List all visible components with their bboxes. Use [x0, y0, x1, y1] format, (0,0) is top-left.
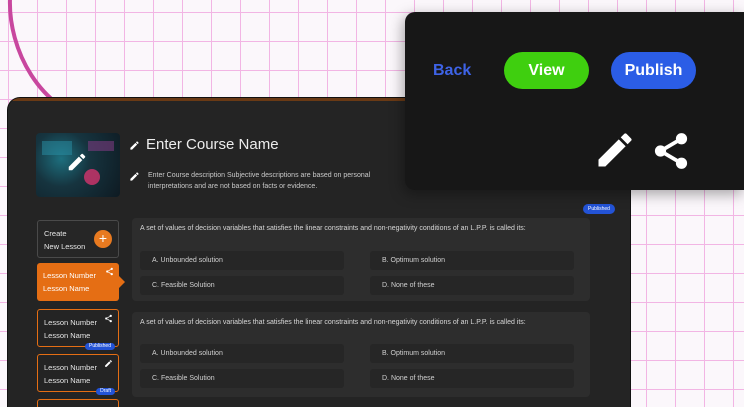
- question-card[interactable]: A set of values of decision variables th…: [132, 218, 590, 301]
- course-cover-image[interactable]: [36, 133, 120, 197]
- action-toolbar-zoom: Back View Publish: [405, 12, 744, 190]
- option-b[interactable]: B. Optimum solution: [370, 251, 574, 270]
- question-card[interactable]: A set of values of decision variables th…: [132, 312, 590, 397]
- lesson-item-published[interactable]: Lesson Number Lesson Name Published: [37, 309, 119, 350]
- share-icon[interactable]: [104, 314, 113, 323]
- lesson-name: Lesson Name: [44, 376, 91, 385]
- lesson-item-active[interactable]: Lesson Number Lesson Name: [37, 263, 125, 301]
- edit-cover-pencil-icon[interactable]: [66, 151, 88, 173]
- lesson-item-partial[interactable]: [37, 399, 119, 407]
- publish-button[interactable]: Publish: [611, 52, 696, 89]
- lesson-number: Lesson Number: [44, 318, 97, 327]
- share-icon[interactable]: [649, 130, 693, 172]
- course-status-badge: Published: [583, 204, 615, 214]
- option-c[interactable]: C. Feasible Solution: [140, 369, 344, 388]
- edit-title-pencil-icon[interactable]: [129, 140, 140, 151]
- question-text: A set of values of decision variables th…: [140, 225, 526, 232]
- share-icon[interactable]: [105, 267, 114, 276]
- option-c[interactable]: C. Feasible Solution: [140, 276, 344, 295]
- option-a[interactable]: A. Unbounded solution: [140, 344, 344, 363]
- course-title-row[interactable]: Enter Course Name: [129, 136, 279, 153]
- lesson-name: Lesson Name: [44, 331, 91, 340]
- option-d[interactable]: D. None of these: [370, 369, 574, 388]
- course-description-row[interactable]: Enter Course description Subjective desc…: [129, 170, 409, 192]
- lesson-status-badge: Published: [85, 343, 115, 350]
- option-b[interactable]: B. Optimum solution: [370, 344, 574, 363]
- question-text: A set of values of decision variables th…: [140, 319, 526, 326]
- lesson-status-badge: Draft: [96, 388, 115, 395]
- option-a[interactable]: A. Unbounded solution: [140, 251, 344, 270]
- back-button[interactable]: Back: [433, 62, 471, 80]
- edit-description-pencil-icon[interactable]: [129, 171, 140, 182]
- course-description[interactable]: Enter Course description Subjective desc…: [148, 170, 409, 192]
- lesson-number: Lesson Number: [44, 363, 97, 372]
- edit-pencil-icon[interactable]: [593, 128, 637, 172]
- lesson-item-draft[interactable]: Lesson Number Lesson Name Draft: [37, 354, 119, 395]
- plus-icon[interactable]: +: [94, 230, 112, 248]
- view-button[interactable]: View: [504, 52, 589, 89]
- create-lesson-button[interactable]: Create New Lesson +: [37, 220, 119, 258]
- course-title[interactable]: Enter Course Name: [146, 136, 279, 153]
- option-d[interactable]: D. None of these: [370, 276, 574, 295]
- lesson-number: Lesson Number: [43, 271, 96, 280]
- pencil-icon[interactable]: [104, 359, 113, 368]
- lesson-name: Lesson Name: [43, 284, 90, 293]
